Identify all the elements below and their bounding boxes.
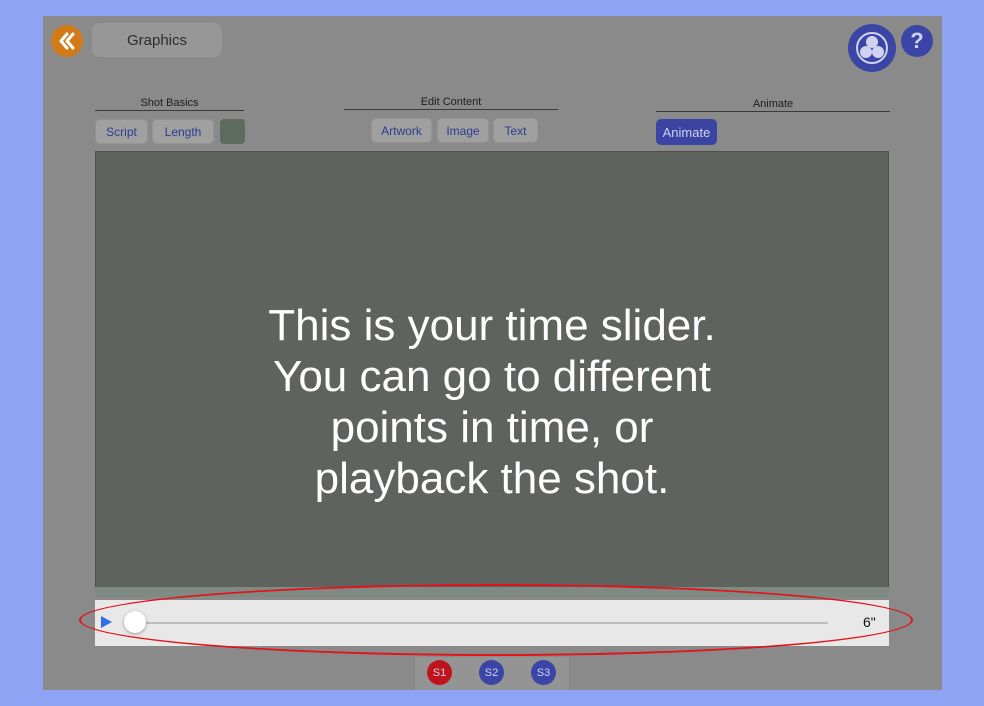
app-window: Graphics ? Shot Basics Script Length Edi… (43, 16, 942, 690)
back-button[interactable] (51, 25, 83, 57)
shot-canvas[interactable]: This is your time slider. You can go to … (95, 151, 889, 597)
app-logo-button[interactable] (848, 24, 896, 72)
text-button[interactable]: Text (493, 118, 538, 143)
image-button[interactable]: Image (437, 118, 489, 143)
section-title-shot-basics: Shot Basics (95, 97, 244, 111)
double-chevron-left-icon (59, 32, 75, 50)
artwork-button[interactable]: Artwork (371, 118, 432, 143)
shot-button-s1[interactable]: S1 (427, 660, 452, 685)
shot-button-s2[interactable]: S2 (479, 660, 504, 685)
tutorial-highlight-ellipse (79, 584, 913, 656)
tutorial-message: This is your time slider. You can go to … (268, 301, 716, 503)
shot-button-s3[interactable]: S3 (531, 660, 556, 685)
page-title: Graphics (92, 23, 222, 57)
script-button[interactable]: Script (95, 119, 148, 144)
app-logo-icon (856, 32, 888, 64)
animate-button[interactable]: Animate (656, 119, 717, 145)
section-title-animate: Animate (656, 98, 890, 112)
help-button[interactable]: ? (901, 25, 933, 57)
section-title-edit-content: Edit Content (344, 96, 558, 110)
color-swatch-button[interactable] (220, 119, 245, 144)
length-button[interactable]: Length (152, 119, 214, 144)
